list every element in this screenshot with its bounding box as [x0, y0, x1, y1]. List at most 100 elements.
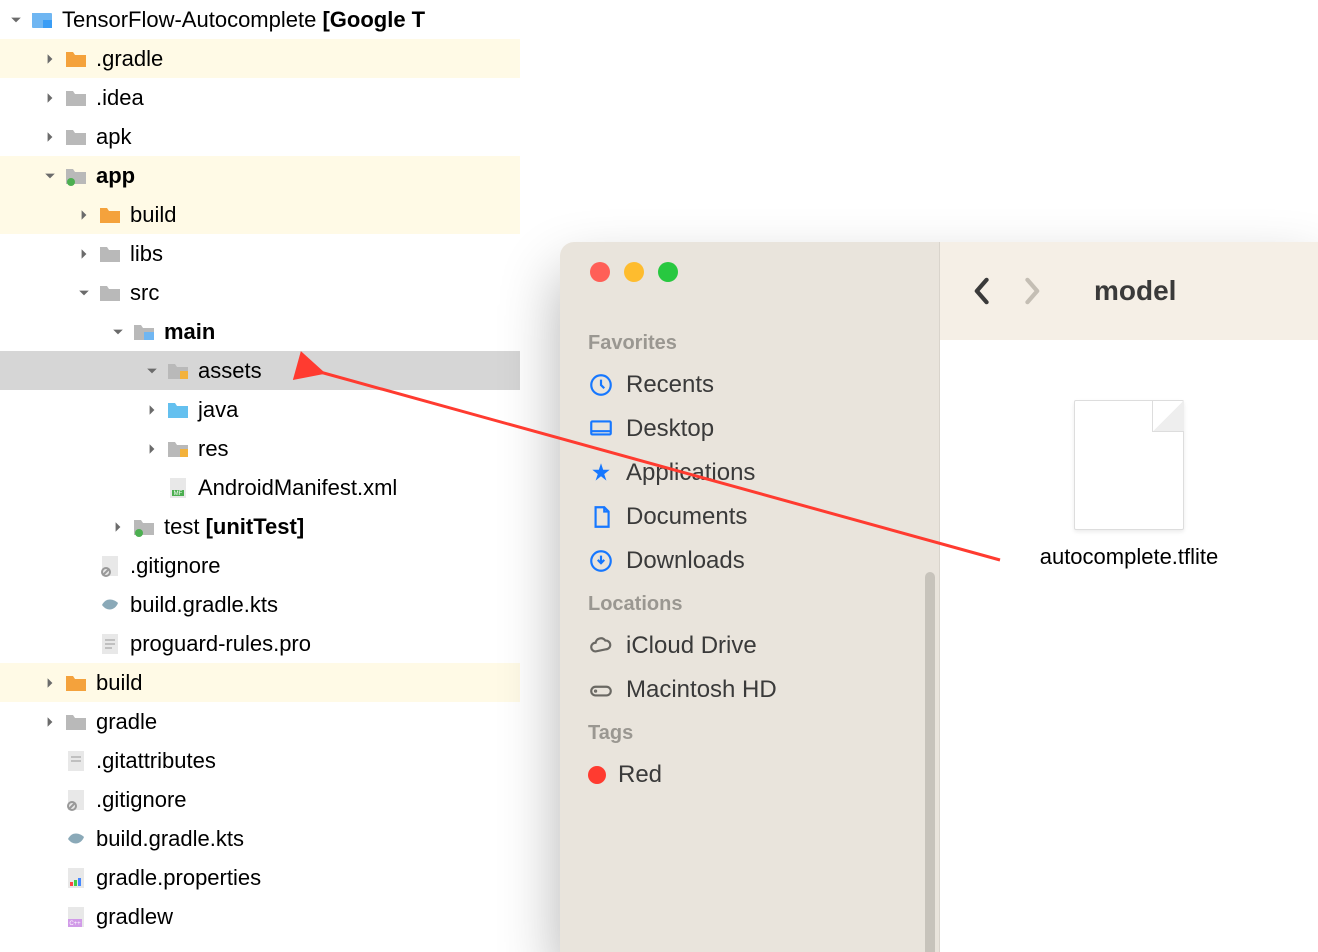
sidebar-item-label: Applications [626, 459, 755, 487]
tree-item-build-root[interactable]: build [0, 663, 520, 702]
desktop-icon [588, 416, 614, 442]
tree-item-src[interactable]: src [0, 273, 520, 312]
folder-icon [64, 86, 88, 110]
finder-main: model autocomplete.tflite [940, 242, 1318, 952]
download-icon [588, 548, 614, 574]
chevron-right-icon[interactable] [76, 207, 92, 223]
close-button[interactable] [590, 262, 610, 282]
tree-item-label: gradlew [96, 904, 173, 930]
tree-item-label: .gitattributes [96, 748, 216, 774]
project-tree: TensorFlow-Autocomplete [Google T .gradl… [0, 0, 520, 936]
sidebar-item-label: Documents [626, 503, 747, 531]
chevron-right-icon[interactable] [42, 51, 58, 67]
chevron-right-icon[interactable] [42, 129, 58, 145]
chevron-down-icon[interactable] [110, 324, 126, 340]
tree-item-label: .gradle [96, 46, 163, 72]
sidebar-item-downloads[interactable]: Downloads [560, 539, 939, 583]
tree-item-test[interactable]: test [unitTest] [0, 507, 520, 546]
chevron-down-icon[interactable] [76, 285, 92, 301]
tree-item-java[interactable]: java [0, 390, 520, 429]
tree-item-label: java [198, 397, 238, 423]
forward-button[interactable] [1022, 276, 1044, 306]
sidebar-item-recents[interactable]: Recents [560, 363, 939, 407]
sidebar-item-documents[interactable]: Documents [560, 495, 939, 539]
tree-item-gitignore[interactable]: .gitignore [0, 546, 520, 585]
tree-item-label: libs [130, 241, 163, 267]
tree-item-app[interactable]: app [0, 156, 520, 195]
sidebar-item-icloud[interactable]: iCloud Drive [560, 624, 939, 668]
tree-item-label: build [130, 202, 176, 228]
tree-item-proguard[interactable]: proguard-rules.pro [0, 624, 520, 663]
tree-item-apk[interactable]: apk [0, 117, 520, 156]
sidebar-item-desktop[interactable]: Desktop [560, 407, 939, 451]
tree-item-gradle-properties[interactable]: gradle.properties [0, 858, 520, 897]
text-file-icon [64, 749, 88, 773]
chevron-right-icon[interactable] [42, 675, 58, 691]
tree-item-label: assets [198, 358, 262, 384]
tree-item-label: res [198, 436, 229, 462]
tree-item-label: proguard-rules.pro [130, 631, 311, 657]
module-folder-icon [64, 164, 88, 188]
sidebar-item-applications[interactable]: Applications [560, 451, 939, 495]
chevron-down-icon[interactable] [144, 363, 160, 379]
tree-item-label: .gitignore [96, 787, 187, 813]
tree-item-label: TensorFlow-Autocomplete [Google T [62, 7, 425, 33]
sidebar-item-label: Downloads [626, 547, 745, 575]
tree-item-idea[interactable]: .idea [0, 78, 520, 117]
tree-item-gitignore-root[interactable]: .gitignore [0, 780, 520, 819]
finder-content[interactable]: autocomplete.tflite [940, 340, 1318, 952]
tree-item-label: .idea [96, 85, 144, 111]
sidebar-item-label: Macintosh HD [626, 676, 777, 704]
tree-item-label: src [130, 280, 159, 306]
tree-item-libs[interactable]: libs [0, 234, 520, 273]
tree-item-gitattributes[interactable]: .gitattributes [0, 741, 520, 780]
chevron-down-icon[interactable] [42, 168, 58, 184]
file-item[interactable]: autocomplete.tflite [1040, 400, 1219, 570]
tree-item-gradle-folder[interactable]: gradle [0, 702, 520, 741]
folder-icon [64, 47, 88, 71]
gradle-file-icon [64, 827, 88, 851]
chevron-right-icon[interactable] [144, 402, 160, 418]
tags-heading: Tags [560, 712, 939, 753]
tree-item-build-gradle[interactable]: build.gradle.kts [0, 585, 520, 624]
tree-item-res[interactable]: res [0, 429, 520, 468]
tree-root[interactable]: TensorFlow-Autocomplete [Google T [0, 0, 520, 39]
tag-red-icon [588, 766, 606, 784]
maximize-button[interactable] [658, 262, 678, 282]
folder-icon [64, 125, 88, 149]
chevron-right-icon[interactable] [42, 714, 58, 730]
chevron-down-icon[interactable] [8, 12, 24, 28]
tree-item-build-gradle-root[interactable]: build.gradle.kts [0, 819, 520, 858]
tree-item-label: gradle [96, 709, 157, 735]
test-folder-icon [132, 515, 156, 539]
tree-item-build[interactable]: build [0, 195, 520, 234]
sidebar-item-label: Red [618, 761, 662, 789]
tree-item-label: apk [96, 124, 131, 150]
sidebar-scrollbar[interactable] [925, 572, 935, 952]
gitignore-file-icon [98, 554, 122, 578]
chevron-right-icon[interactable] [144, 441, 160, 457]
folder-icon [64, 671, 88, 695]
sidebar-item-macintosh-hd[interactable]: Macintosh HD [560, 668, 939, 712]
manifest-file-icon: MF [166, 476, 190, 500]
gradle-file-icon [98, 593, 122, 617]
minimize-button[interactable] [624, 262, 644, 282]
sidebar-item-label: iCloud Drive [626, 632, 757, 660]
sidebar-item-label: Recents [626, 371, 714, 399]
back-button[interactable] [970, 276, 992, 306]
disk-icon [588, 677, 614, 703]
svg-text:MF: MF [174, 491, 183, 497]
text-file-icon [98, 632, 122, 656]
chevron-right-icon[interactable] [110, 519, 126, 535]
tree-item-label: app [96, 163, 135, 189]
tree-item-assets[interactable]: assets [0, 351, 520, 390]
sidebar-item-tag-red[interactable]: Red [560, 753, 939, 797]
chevron-right-icon[interactable] [76, 246, 92, 262]
tree-item-manifest[interactable]: MF AndroidManifest.xml [0, 468, 520, 507]
chevron-right-icon[interactable] [42, 90, 58, 106]
source-folder-icon [166, 398, 190, 422]
apps-icon [588, 460, 614, 486]
tree-item-main[interactable]: main [0, 312, 520, 351]
tree-item-gradlew[interactable]: C++ gradlew [0, 897, 520, 936]
tree-item-gradle-dir[interactable]: .gradle [0, 39, 520, 78]
